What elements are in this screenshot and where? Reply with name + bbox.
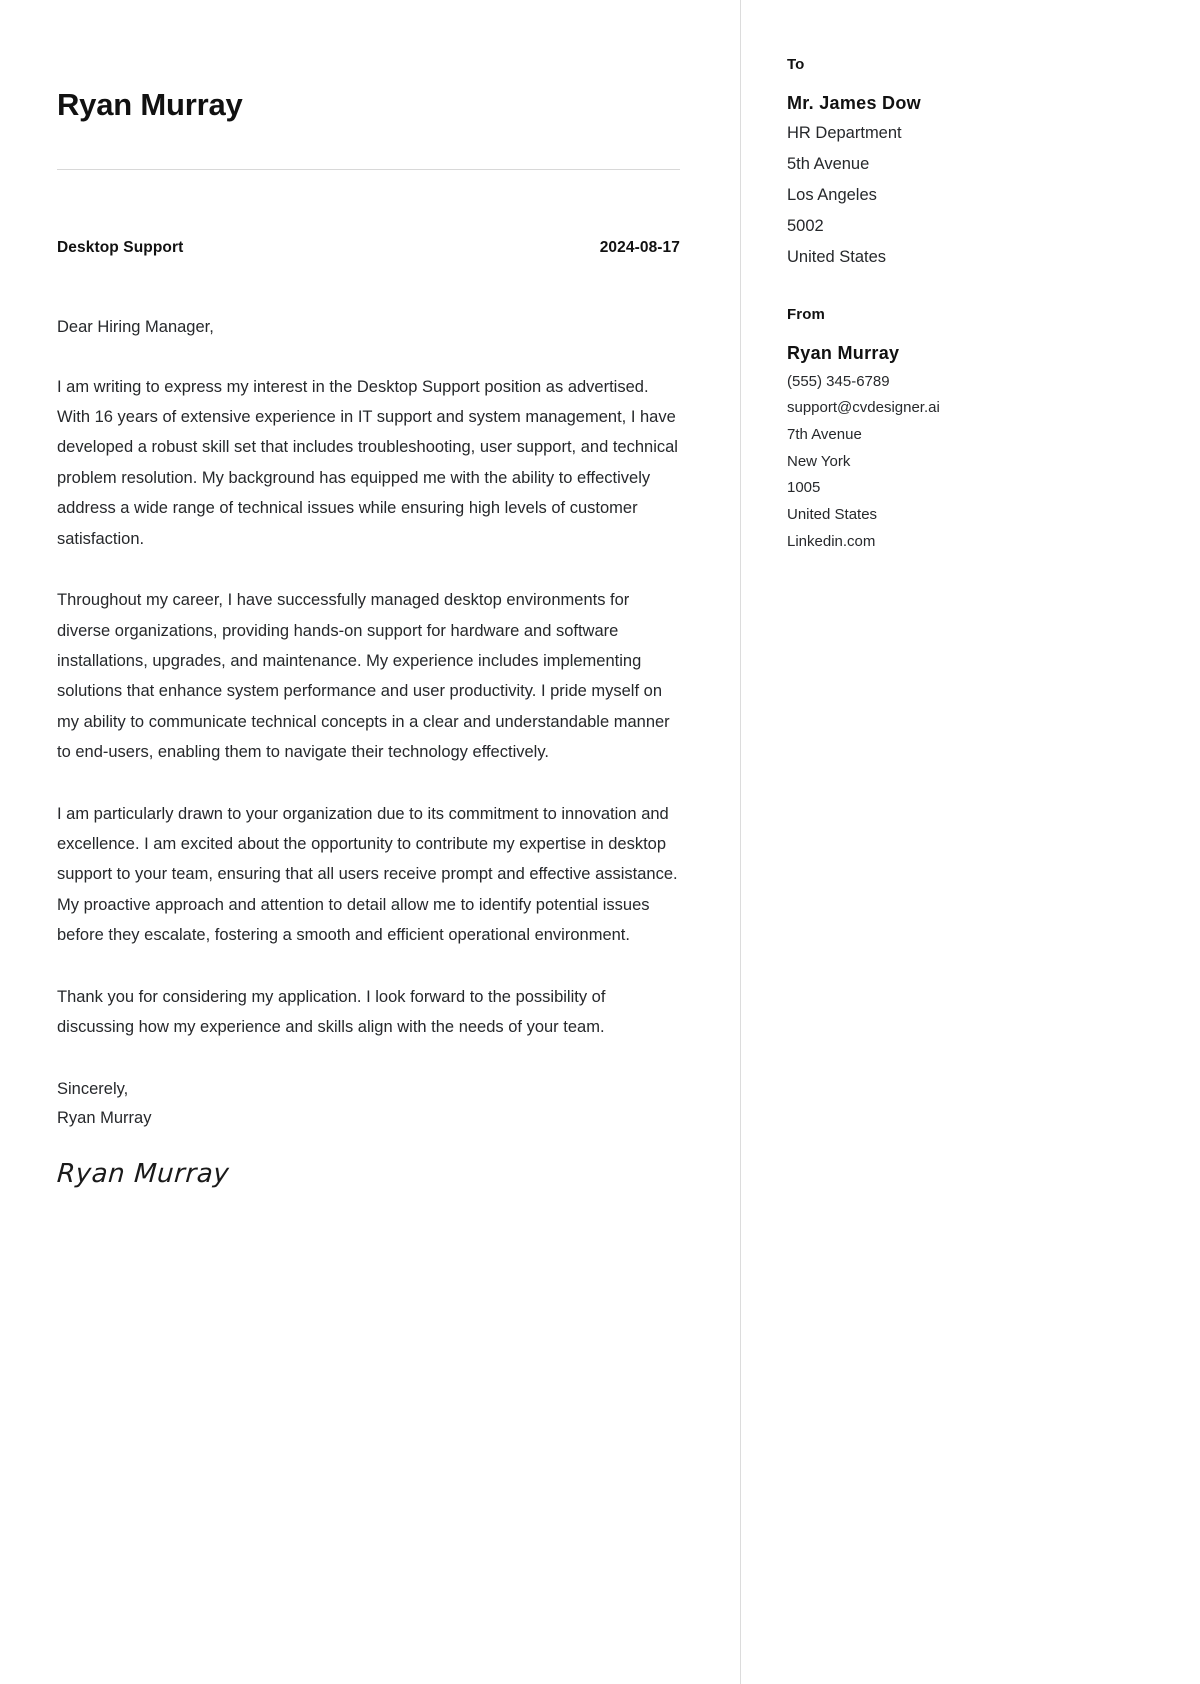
from-address-line: New York (787, 452, 851, 470)
from-phone: (555) 345-6789 (787, 372, 890, 390)
to-address-line: 5002 (787, 216, 824, 235)
cover-letter-page: Ryan Murray Desktop Support 2024-08-17 D… (0, 0, 1200, 1684)
to-heading: To (787, 56, 805, 73)
closing-name: Ryan Murray (57, 1109, 152, 1128)
header-divider-rule (57, 169, 680, 171)
from-email: support@cvdesigner.ai (787, 399, 940, 417)
body-paragraph-1: I am writing to express my interest in t… (57, 377, 678, 548)
body-paragraph-2: Throughout my career, I have successfull… (57, 591, 670, 762)
from-address-line: United States (787, 505, 878, 523)
page-title: Ryan Murray (57, 87, 243, 122)
body-paragraph-3: I am particularly drawn to your organiza… (57, 804, 678, 945)
to-address-line: HR Department (787, 124, 902, 143)
from-linkedin: Linkedin.com (787, 532, 876, 550)
letter-sidebar: To Mr. James Dow HR Department 5th Avenu… (741, 0, 1200, 1684)
letter-main-column: Ryan Murray Desktop Support 2024-08-17 D… (0, 0, 740, 1684)
to-address-line: 5th Avenue (787, 155, 870, 173)
salutation: Dear Hiring Manager, (57, 318, 214, 337)
closing-salutation: Sincerely, (57, 1080, 129, 1099)
letter-date: 2024-08-17 (599, 239, 680, 257)
closing-block: Sincerely, Ryan Murray (57, 1075, 680, 1133)
from-block: From Ryan Murray (555) 345-6789 support@… (787, 306, 1160, 555)
from-heading: From (787, 306, 825, 324)
job-title-date-row: Desktop Support 2024-08-17 (57, 239, 680, 257)
job-title: Desktop Support (57, 239, 184, 257)
to-address-line: United States (787, 247, 887, 266)
from-address-line: 1005 (787, 479, 821, 497)
to-address-line: Los Angeles (787, 185, 877, 204)
to-recipient-name: Mr. James Dow (787, 93, 921, 113)
body-paragraph-4: Thank you for considering my application… (57, 987, 606, 1036)
from-sender-name: Ryan Murray (787, 343, 900, 364)
from-address-line: 7th Avenue (787, 425, 862, 443)
signature: Ryan Murray (55, 1159, 231, 1190)
to-block: To Mr. James Dow HR Department 5th Avenu… (787, 56, 1160, 272)
